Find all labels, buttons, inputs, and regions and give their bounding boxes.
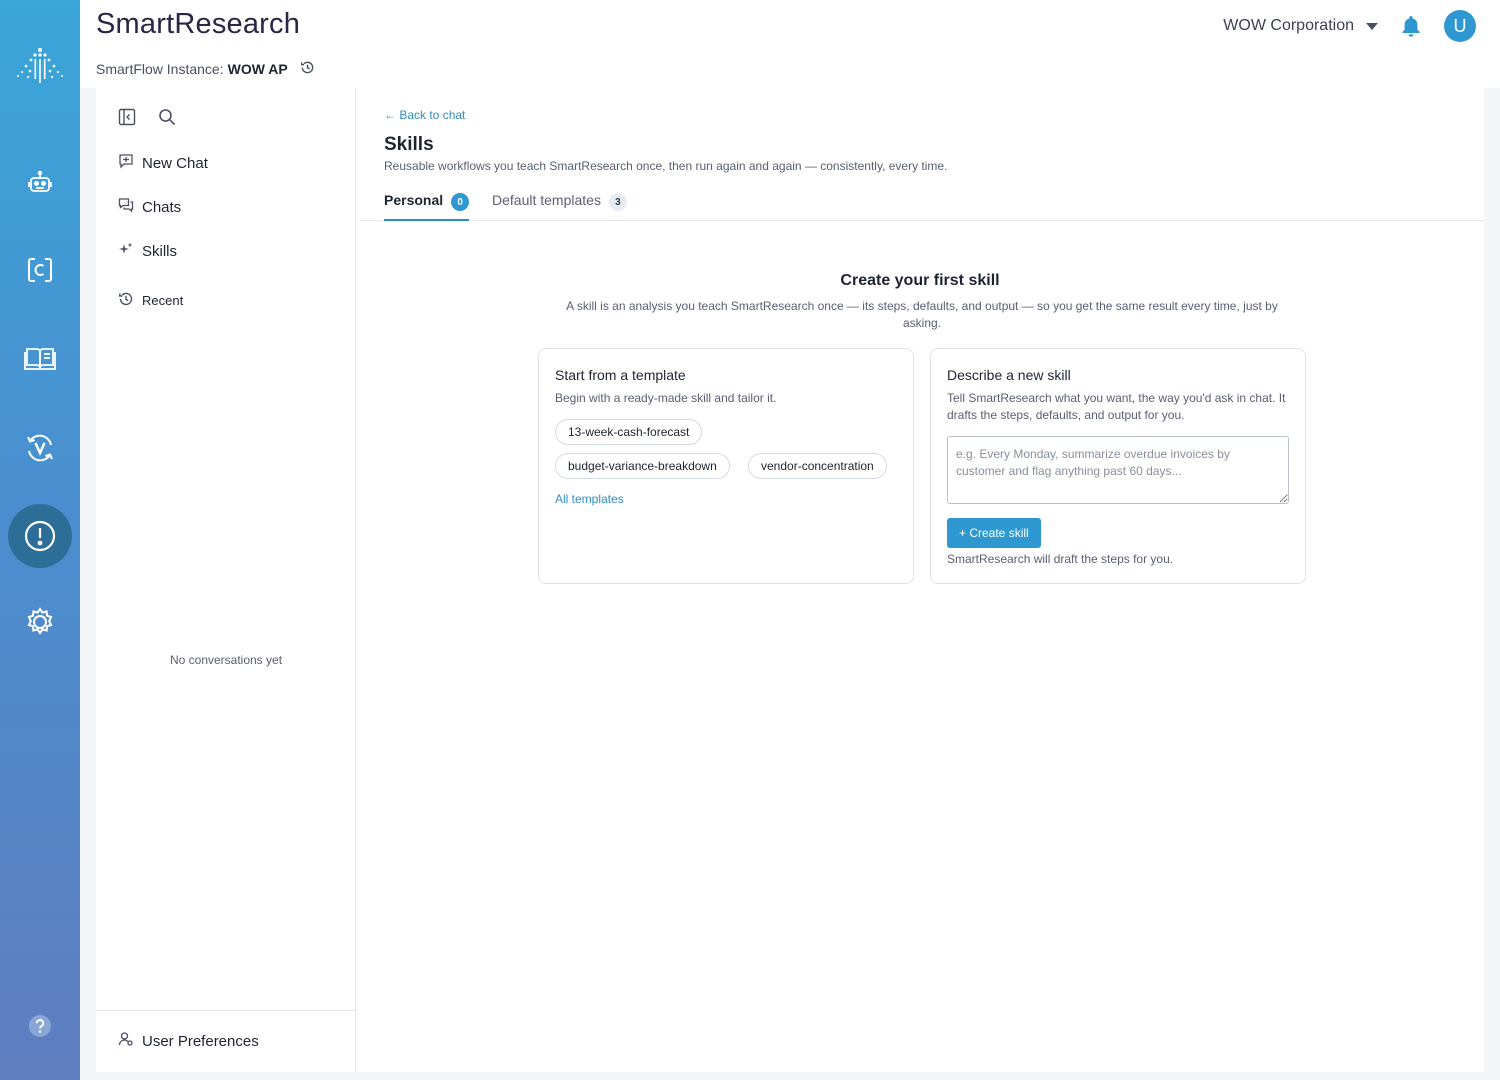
count-badge: 0 xyxy=(451,193,470,211)
user-settings-icon xyxy=(118,1031,134,1051)
template-chip[interactable]: 13-week-cash-forecast xyxy=(555,419,703,445)
instance-name: WOW AP xyxy=(227,61,288,77)
empty-state-title: Create your first skill xyxy=(840,272,1000,289)
app-rail xyxy=(0,0,80,1080)
skills-tabs: Personal 0 Default templates 3 xyxy=(360,184,1484,221)
chat-sidebar: New Chat Chats Skills Recent No conversa… xyxy=(96,88,356,1072)
sidebar-item-label: Recent xyxy=(142,293,184,308)
tab-label: Default templates xyxy=(492,192,601,208)
tab-default-templates[interactable]: Default templates 3 xyxy=(492,192,627,221)
history-icon xyxy=(118,291,134,310)
user-preferences-link[interactable]: User Preferences xyxy=(118,1031,259,1051)
empty-state-subtitle: A skill is an analysis you teach SmartRe… xyxy=(566,299,1278,330)
template-card: Start from a template Begin with a ready… xyxy=(538,348,914,584)
back-to-chat-link[interactable]: ← Back to chat xyxy=(384,108,465,122)
chats-icon xyxy=(118,197,134,217)
new-chat-icon xyxy=(118,153,134,173)
sidebar-item-recent[interactable]: Recent xyxy=(118,291,183,310)
alert-icon[interactable] xyxy=(8,504,72,568)
logo-icon[interactable] xyxy=(0,34,80,98)
instance-label: SmartFlow Instance: xyxy=(96,61,224,77)
page-subtitle: Reusable workflows you teach SmartResear… xyxy=(384,159,948,173)
template-chip[interactable]: vendor-concentration xyxy=(748,453,887,479)
org-selector[interactable]: WOW Corporation xyxy=(1223,17,1378,35)
sidebar-item-new-chat[interactable]: New Chat xyxy=(118,153,208,173)
tab-label: Personal xyxy=(384,192,444,208)
collapse-sidebar-icon[interactable] xyxy=(118,108,136,131)
robot-icon[interactable] xyxy=(0,151,80,215)
connector-icon[interactable] xyxy=(0,238,80,302)
tab-personal[interactable]: Personal 0 xyxy=(384,192,470,221)
app-title: SmartResearch xyxy=(96,8,301,40)
sidebar-item-label: Skills xyxy=(142,242,178,260)
template-chip[interactable]: budget-variance-breakdown xyxy=(555,453,730,479)
page-title: Skills xyxy=(384,134,434,155)
user-preferences-label: User Preferences xyxy=(142,1032,259,1050)
caret-down-icon xyxy=(1366,22,1378,30)
empty-conversations: No conversations yet xyxy=(169,653,283,667)
describe-card-title: Describe a new skill xyxy=(947,367,1071,383)
skills-page: ← Back to chat Skills Reusable workflows… xyxy=(356,88,1484,1072)
sidebar-item-label: New Chat xyxy=(142,154,208,172)
create-skill-hint: SmartResearch will draft the steps for y… xyxy=(947,552,1174,566)
sidebar-item-chats[interactable]: Chats xyxy=(118,197,181,217)
skill-description-input[interactable] xyxy=(947,436,1289,504)
help-icon[interactable] xyxy=(0,994,80,1058)
org-name: WOW Corporation xyxy=(1223,17,1354,34)
search-icon[interactable] xyxy=(158,108,176,131)
gear-icon[interactable] xyxy=(0,590,80,654)
sidebar-item-skills[interactable]: Skills xyxy=(118,241,177,261)
avatar[interactable]: U xyxy=(1444,10,1476,42)
describe-skill-card: Describe a new skill Tell SmartResearch … xyxy=(930,348,1306,584)
top-header: SmartResearch SmartFlow Instance: WOW AP… xyxy=(80,0,1500,88)
book-icon[interactable] xyxy=(0,326,80,390)
history-icon[interactable] xyxy=(300,60,315,78)
count-badge: 3 xyxy=(608,193,627,211)
describe-card-description: Tell SmartResearch what you want, the wa… xyxy=(947,391,1286,422)
template-card-title: Start from a template xyxy=(555,367,686,383)
create-skill-button[interactable]: + Create skill xyxy=(947,518,1041,548)
sidebar-footer: User Preferences xyxy=(96,1010,355,1072)
refresh-v-icon[interactable] xyxy=(0,416,80,480)
sidebar-tools xyxy=(118,108,176,131)
all-templates-link[interactable]: All templates xyxy=(555,492,624,506)
bell-icon[interactable] xyxy=(1400,14,1422,43)
template-card-description: Begin with a ready-made skill and tailor… xyxy=(555,391,777,405)
instance-info: SmartFlow Instance: WOW AP xyxy=(96,60,315,78)
sparkle-icon xyxy=(118,241,134,261)
sidebar-item-label: Chats xyxy=(142,198,182,216)
